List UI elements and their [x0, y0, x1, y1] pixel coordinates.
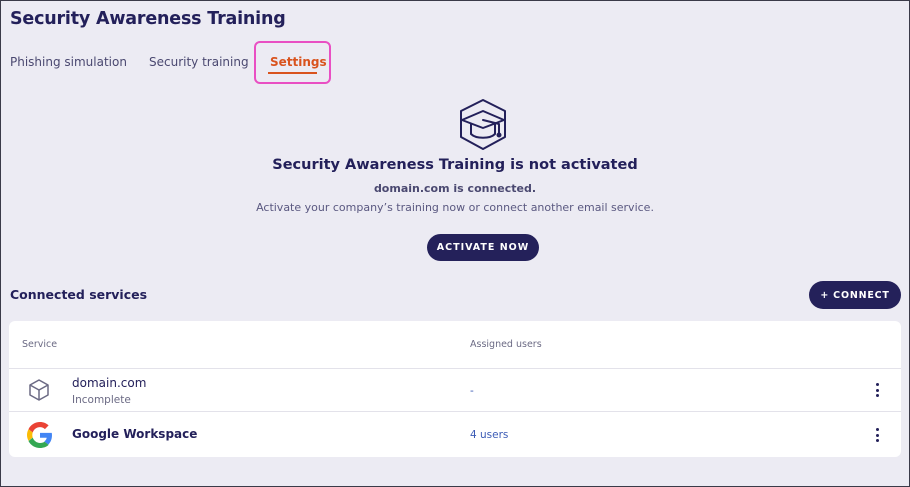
tab-security-training[interactable]: Security training	[149, 55, 249, 69]
page-title: Security Awareness Training	[10, 9, 286, 29]
activation-hint-text: Activate your company’s training now or …	[256, 201, 654, 214]
cube-icon	[27, 378, 51, 402]
services-table: Service Assigned users domain.com Incomp…	[9, 321, 901, 457]
more-options-icon[interactable]	[871, 426, 883, 444]
assigned-users-value: -	[470, 385, 474, 397]
more-options-icon[interactable]	[871, 381, 883, 399]
activation-status-title: Security Awareness Training is not activ…	[272, 157, 638, 173]
column-header-service: Service	[22, 339, 58, 350]
service-status: Incomplete	[72, 394, 131, 406]
table-row[interactable]: domain.com Incomplete -	[9, 368, 901, 412]
connected-services-title: Connected services	[10, 287, 148, 302]
tab-settings[interactable]: Settings	[270, 55, 327, 69]
assigned-users-link[interactable]: 4 users	[470, 429, 508, 441]
graduation-cap-icon	[453, 97, 513, 153]
tab-phishing-simulation[interactable]: Phishing simulation	[10, 55, 127, 69]
column-header-assigned-users: Assigned users	[470, 339, 542, 350]
google-logo-icon	[27, 422, 52, 448]
service-name: domain.com	[72, 376, 147, 390]
service-name: Google Workspace	[72, 427, 198, 441]
tab-settings-highlight[interactable]: Settings	[254, 41, 331, 84]
table-row[interactable]: Google Workspace 4 users	[9, 412, 901, 456]
active-tab-indicator	[268, 72, 317, 74]
connect-button[interactable]: + CONNECT	[809, 281, 901, 309]
tab-bar: Phishing simulation Security training Se…	[0, 40, 400, 84]
activate-now-button[interactable]: ACTIVATE NOW	[427, 234, 539, 261]
connected-domain-text: domain.com is connected.	[373, 182, 537, 195]
